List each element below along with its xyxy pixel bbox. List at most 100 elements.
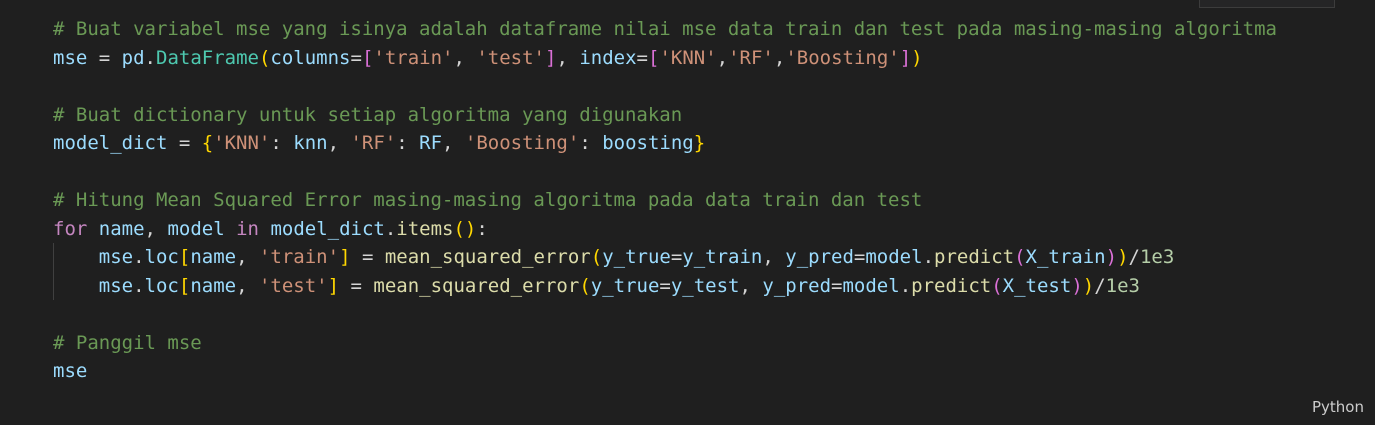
code-token: : — [579, 132, 603, 154]
code-token: mse — [53, 46, 88, 69]
code-token: [ — [178, 274, 191, 297]
code-token: ) — [1105, 246, 1118, 268]
code-token: name — [190, 274, 237, 297]
code-token: ) — [1071, 274, 1083, 297]
code-token: [ — [178, 246, 191, 268]
code-token: 'test' — [258, 274, 328, 297]
code-token: / — [1094, 274, 1106, 297]
code-token: 1e3 — [1105, 274, 1140, 297]
code-token: pd — [121, 46, 145, 69]
indent-guide — [53, 271, 54, 300]
code-token: , — [762, 246, 786, 268]
language-label[interactable]: Python — [1312, 398, 1364, 416]
code-token: ) — [911, 46, 923, 69]
code-token: ] — [327, 274, 340, 297]
code-token: = — [87, 46, 122, 69]
code-token: / — [1128, 246, 1140, 268]
code-token: y_pred — [785, 246, 854, 268]
code-token: y_true — [602, 246, 671, 268]
code-token: ( — [991, 274, 1003, 297]
code-token: = — [339, 274, 374, 297]
code-token: ] — [545, 46, 557, 69]
cell-toolbar-edge — [1199, 0, 1335, 8]
code-token: 1e3 — [1139, 246, 1175, 268]
code-token: RF — [419, 132, 443, 154]
code-token: y_true — [590, 274, 660, 297]
code-token: ) — [1082, 274, 1095, 297]
code-line: # Panggil mse — [53, 329, 1277, 358]
code-token: DataFrame — [156, 46, 259, 69]
code-token: ( — [258, 46, 271, 69]
code-token: model — [865, 246, 923, 268]
code-token: : — [476, 217, 488, 240]
code-token: 'train' — [373, 46, 454, 69]
code-line: mse = pd.DataFrame(columns=['train', 'te… — [53, 44, 1277, 73]
code-token: 'train' — [258, 246, 340, 268]
code-token: [ — [361, 46, 374, 69]
code-token: , — [773, 46, 786, 69]
code-token: [ — [648, 46, 660, 69]
code-token: X_train — [1025, 246, 1106, 268]
code-token: # Buat variabel mse yang isinya adalah d… — [53, 18, 1277, 40]
code-token: in — [236, 217, 259, 240]
code-token: = — [636, 46, 648, 69]
code-block[interactable]: # Buat variabel mse yang isinya adalah d… — [53, 15, 1277, 386]
code-token: () — [453, 217, 477, 240]
code-line: mse.loc[name, 'train'] = mean_squared_er… — [53, 243, 1277, 272]
code-token: 'Boosting' — [464, 132, 580, 154]
code-line: model_dict = {'KNN': knn, 'RF': RF, 'Boo… — [53, 129, 1277, 158]
code-token: columns — [270, 46, 351, 69]
code-token: model_dict — [53, 132, 168, 154]
code-token: } — [693, 132, 706, 154]
code-token: , — [236, 246, 259, 268]
code-line: # Buat dictionary untuk setiap algoritma… — [53, 101, 1277, 130]
code-line: # Buat variabel mse yang isinya adalah d… — [53, 15, 1277, 44]
code-token: # Buat dictionary untuk setiap algoritma… — [53, 103, 683, 126]
code-token: predict — [911, 274, 992, 297]
code-token: . — [144, 46, 156, 69]
code-token: = — [670, 246, 683, 268]
code-token: , — [236, 274, 259, 297]
code-token: y_pred — [762, 274, 832, 297]
code-token: mse — [53, 360, 88, 382]
code-token: 'test' — [476, 46, 545, 69]
code-token: : — [396, 132, 420, 154]
code-token: 'Boosting' — [785, 46, 900, 69]
code-token: , — [327, 132, 351, 154]
code-token: , — [144, 217, 168, 240]
code-token: . — [922, 246, 935, 268]
code-token: ) — [1117, 246, 1129, 268]
code-token: model_dict — [270, 217, 385, 240]
code-token: y_train — [682, 246, 763, 268]
code-token: . — [133, 274, 145, 297]
code-token: = — [853, 246, 866, 268]
code-token: = — [659, 274, 671, 297]
code-token: 'KNN' — [659, 46, 717, 69]
code-token: loc — [144, 274, 179, 297]
code-token: X_test — [1002, 274, 1072, 297]
code-token: # Panggil mse — [53, 331, 202, 354]
code-token: mean_squared_error — [373, 274, 580, 297]
code-token: knn — [293, 132, 328, 154]
code-token: , — [453, 46, 477, 69]
indent-guide — [53, 243, 54, 272]
code-token: = — [167, 132, 202, 154]
code-token: y_test — [670, 274, 740, 297]
code-token: 'RF' — [728, 46, 774, 69]
code-token: ( — [590, 246, 603, 268]
code-token: 'KNN' — [213, 132, 271, 154]
code-token: for — [53, 217, 88, 240]
code-token: = — [350, 246, 385, 268]
code-token: ] — [899, 46, 912, 69]
code-line: # Hitung Mean Squared Error masing-masin… — [53, 186, 1277, 215]
code-cell-editor[interactable]: # Buat variabel mse yang isinya adalah d… — [0, 0, 1375, 425]
code-token: = — [831, 274, 843, 297]
code-token: # Hitung Mean Squared Error masing-masin… — [53, 189, 923, 211]
